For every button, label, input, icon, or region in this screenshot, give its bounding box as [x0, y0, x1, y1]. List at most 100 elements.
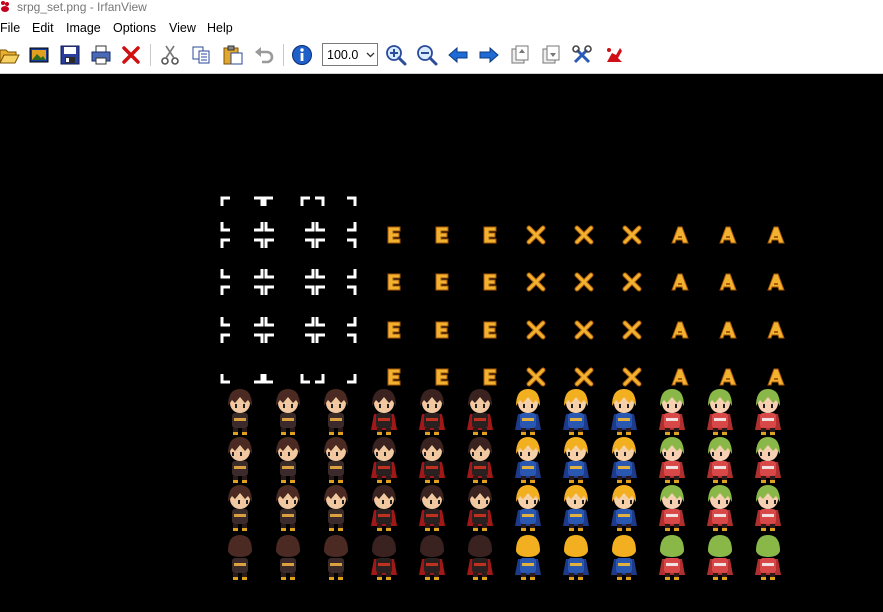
character-sprite: [324, 389, 348, 435]
character-sprite: [371, 437, 397, 483]
sprite-glyph-x: [574, 367, 594, 387]
sprite-glyph-x: [622, 225, 642, 245]
character-sprite: [228, 437, 252, 483]
character-sprite: [563, 389, 589, 435]
sprite-glyph-a: [767, 368, 785, 386]
sprite-glyph-e: [483, 273, 497, 291]
character-sprite: [659, 437, 685, 483]
character-sprite: [755, 389, 781, 435]
character-sprite: [276, 535, 300, 580]
character-sprite: [371, 535, 397, 580]
undo-icon[interactable]: [251, 42, 277, 68]
arrow-left-icon[interactable]: [445, 42, 471, 68]
zoom-out-icon[interactable]: [414, 42, 440, 68]
irfanview-window: srpg_set.png - IrfanView File Edit Image…: [0, 0, 883, 612]
menu-options[interactable]: Options: [113, 20, 156, 36]
sprite-glyph-e: [483, 321, 497, 339]
page-up-icon[interactable]: [507, 42, 533, 68]
scissors-icon[interactable]: [157, 42, 183, 68]
character-sprite: [467, 437, 493, 483]
zoom-value[interactable]: 100.0: [323, 48, 363, 62]
printer-icon[interactable]: [88, 42, 114, 68]
character-sprite: [371, 389, 397, 435]
sprite-glyph-x: [526, 320, 546, 340]
image-viewer[interactable]: [0, 75, 883, 612]
character-sprite: [659, 485, 685, 531]
character-sprite: [755, 437, 781, 483]
character-sprite: [563, 535, 589, 580]
chevron-down-icon[interactable]: [363, 44, 377, 65]
sprite-glyph-x: [622, 272, 642, 292]
character-sprite: [324, 535, 348, 580]
toolbar-separator: [283, 44, 284, 66]
sprite-glyph-e: [483, 368, 497, 386]
sprite-glyph-e: [387, 321, 401, 339]
zoom-in-icon[interactable]: [383, 42, 409, 68]
character-sprite: [467, 485, 493, 531]
title-bar: srpg_set.png - IrfanView: [0, 0, 883, 16]
character-sprite: [707, 437, 733, 483]
character-sprite: [611, 535, 637, 580]
character-sprite: [611, 485, 637, 531]
delete-x-icon[interactable]: [118, 42, 144, 68]
sprite-glyph-a: [719, 273, 737, 291]
arrow-right-icon[interactable]: [476, 42, 502, 68]
sprite-glyph-a: [671, 368, 689, 386]
character-sprite: [515, 485, 541, 531]
sprite-glyph-a: [671, 226, 689, 244]
copy-icon[interactable]: [188, 42, 214, 68]
sprite-glyph-e: [387, 273, 401, 291]
page-down-icon[interactable]: [538, 42, 564, 68]
tools-icon[interactable]: [569, 42, 595, 68]
sprite-glyph-x: [622, 320, 642, 340]
toolbar: 100.0: [0, 38, 883, 74]
sprite-glyph-x: [574, 320, 594, 340]
zoom-combobox[interactable]: 100.0: [322, 43, 378, 66]
sprite-glyph-a: [671, 321, 689, 339]
menu-bar: File Edit Image Options View Help: [0, 16, 883, 38]
character-sprite: [419, 389, 445, 435]
info-icon[interactable]: [289, 42, 315, 68]
sprite-glyph-a: [719, 368, 737, 386]
folder-open-icon[interactable]: [0, 42, 22, 68]
character-sprite: [419, 437, 445, 483]
toolbar-separator: [150, 44, 151, 66]
sprite-sheet-image: [220, 196, 785, 580]
red-paw-icon: [0, 0, 10, 12]
sprite-glyph-e: [435, 368, 449, 386]
sprite-glyph-e: [387, 368, 401, 386]
sprite-glyph-e: [483, 226, 497, 244]
character-sprite: [611, 437, 637, 483]
character-sprite: [707, 389, 733, 435]
sprite-glyph-e: [435, 321, 449, 339]
sprite-glyph-x: [526, 367, 546, 387]
menu-view[interactable]: View: [169, 20, 196, 36]
character-sprite: [659, 535, 685, 580]
sprite-glyph-a: [767, 226, 785, 244]
character-sprite: [371, 485, 397, 531]
save-disk-icon[interactable]: [57, 42, 83, 68]
character-sprite: [276, 437, 300, 483]
sprite-glyph-x: [526, 272, 546, 292]
sprite-glyph-x: [574, 272, 594, 292]
character-sprite: [563, 437, 589, 483]
sprite-glyph-a: [671, 273, 689, 291]
character-sprite: [228, 485, 252, 531]
character-sprite: [228, 535, 252, 580]
paste-icon[interactable]: [220, 42, 246, 68]
menu-edit[interactable]: Edit: [32, 20, 54, 36]
irfanview-paw-icon[interactable]: [601, 42, 627, 68]
sprite-glyph-e: [387, 226, 401, 244]
character-sprite: [707, 535, 733, 580]
sprite-glyph-e: [435, 226, 449, 244]
character-sprite: [276, 389, 300, 435]
sprite-glyph-a: [719, 321, 737, 339]
character-sprite: [324, 485, 348, 531]
menu-file[interactable]: File: [0, 20, 20, 36]
sprite-glyph-e: [435, 273, 449, 291]
sprite-glyph-x: [622, 367, 642, 387]
character-sprite: [611, 389, 637, 435]
slideshow-icon[interactable]: [26, 42, 52, 68]
menu-help[interactable]: Help: [207, 20, 233, 36]
menu-image[interactable]: Image: [66, 20, 101, 36]
